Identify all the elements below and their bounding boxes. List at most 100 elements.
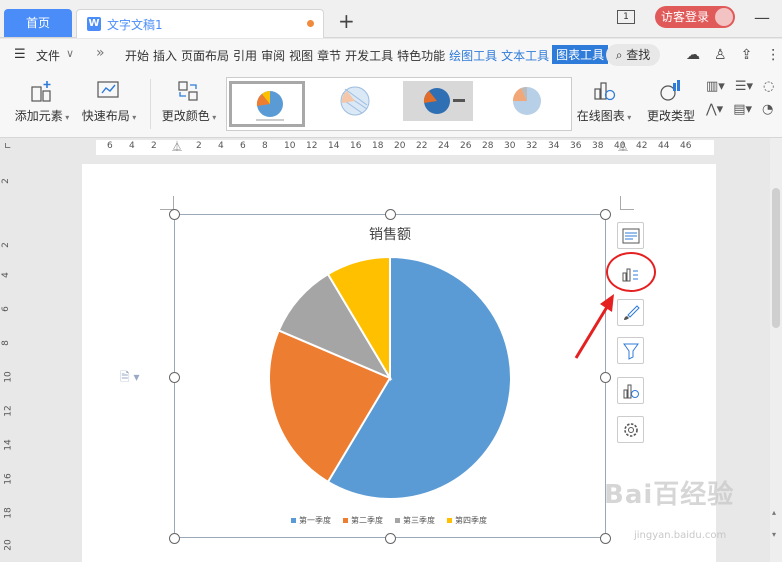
file-dropdown-icon[interactable]: ∨	[66, 47, 74, 60]
hamburger-icon[interactable]: ☰	[14, 47, 26, 62]
top-right-icons: ☁ ♙ ⇪ ⋮	[686, 47, 780, 63]
scroll-up-arrow-icon[interactable]: ▴	[772, 508, 776, 517]
chart-style-thumbnail-2[interactable]	[317, 81, 393, 127]
pie-chart-icon[interactable]: ◔	[762, 102, 773, 117]
resize-handle[interactable]	[169, 533, 180, 544]
scrollbar-thumb[interactable]	[772, 188, 780, 328]
resize-handle[interactable]	[385, 209, 396, 220]
change-color-button[interactable]: 更改颜色 ▾	[158, 79, 220, 124]
chart-legend[interactable]: 第一季度 第二季度 第三季度 第四季度	[291, 515, 487, 526]
menu-start[interactable]: 开始	[124, 47, 150, 64]
menu-drawing-tools[interactable]: 绘图工具	[448, 47, 498, 64]
resize-handle[interactable]	[600, 372, 611, 383]
resize-handle[interactable]	[169, 372, 180, 383]
menu-page-layout[interactable]: 页面布局	[180, 47, 230, 64]
chart-style-thumbnail-4[interactable]	[489, 81, 565, 127]
add-element-icon	[31, 81, 51, 102]
avatar	[715, 8, 733, 26]
menu-review[interactable]: 审阅	[260, 47, 286, 64]
menu-chapter[interactable]: 章节	[316, 47, 342, 64]
ruler-tick-label: 6	[107, 141, 113, 151]
chart-style-gallery: ▴ ▾ ≡	[226, 77, 572, 131]
bar-chart-icon[interactable]: ☰▾	[735, 79, 753, 94]
ruler-tick-label: 30	[504, 141, 516, 151]
menu-reference[interactable]: 引用	[232, 47, 258, 64]
vertical-ruler-tick-label: 8	[0, 340, 11, 346]
chart-settings-button[interactable]	[617, 416, 644, 443]
legend-swatch	[395, 518, 400, 523]
resize-handle[interactable]	[600, 533, 611, 544]
more-menu-icon[interactable]: »	[96, 45, 105, 61]
line-chart-icon[interactable]: ⋀▾	[706, 102, 723, 117]
legend-label: 第四季度	[455, 516, 487, 525]
indent-marker-icon[interactable]: ⏅	[172, 138, 182, 153]
add-element-button[interactable]: 添加元素 ▾	[12, 79, 72, 124]
legend-item: 第三季度	[395, 515, 435, 526]
quick-layout-button[interactable]: 快速布局 ▾	[80, 79, 138, 124]
ruler-corner-icon[interactable]: ∟	[4, 142, 12, 152]
baidu-watermark: Bai百经验	[604, 480, 735, 510]
document-tab[interactable]: W 文字文稿1	[76, 9, 324, 38]
ruler-tick-label: 2	[196, 141, 202, 151]
rotate-chart-icon[interactable]: ◌	[763, 79, 774, 94]
change-type-button[interactable]: 更改类型	[644, 79, 698, 124]
export-icon[interactable]: ⇪	[741, 47, 753, 63]
chart-style-button[interactable]	[617, 299, 644, 326]
chart-elements-icon	[622, 228, 640, 244]
menu-special[interactable]: 特色功能	[396, 47, 446, 64]
cloud-icon[interactable]: ☁	[686, 47, 700, 63]
ruler-tick-label: 4	[129, 141, 135, 151]
minimize-icon[interactable]: —	[754, 8, 770, 27]
more-icon[interactable]: ⋮	[766, 47, 780, 63]
legend-label: 第一季度	[299, 516, 331, 525]
menu-file[interactable]: 文件	[36, 47, 60, 64]
toolbar-separator	[150, 79, 151, 129]
change-color-label: 更改颜色	[161, 109, 210, 123]
online-chart-button[interactable]: 在线图表 ▾	[576, 79, 632, 124]
chart-settings-icon	[624, 423, 638, 437]
ruler-tick-label: 42	[636, 141, 648, 151]
search-button[interactable]: ⌕ 查找	[606, 44, 660, 66]
pie-thumbnail-icon	[256, 91, 284, 121]
resize-handle[interactable]	[385, 533, 396, 544]
resize-handle[interactable]	[169, 209, 180, 220]
pie-striped-thumbnail-icon	[340, 86, 370, 116]
chart-filter-button[interactable]	[617, 337, 644, 364]
stacked-chart-icon[interactable]: ▤▾	[733, 102, 752, 117]
menu-text-tools[interactable]: 文本工具	[500, 47, 550, 64]
menu-view[interactable]: 视图	[288, 47, 314, 64]
online-chart-side-button[interactable]	[617, 377, 644, 404]
chart-style-brush-icon	[624, 305, 640, 320]
column-chart-icon[interactable]: ▥▾	[706, 79, 725, 94]
chart-style-thumbnail-3[interactable]	[403, 81, 479, 127]
new-tab-button[interactable]: +	[338, 9, 355, 33]
resize-handle[interactable]	[600, 209, 611, 220]
menu-chart-tools[interactable]: 图表工具	[552, 45, 609, 64]
right-indent-marker-icon[interactable]: ⏅	[618, 138, 628, 153]
change-color-icon	[178, 81, 198, 101]
search-icon: ⌕	[615, 48, 623, 62]
chart-object[interactable]: 销售额 第一季度 第二季度 第三季度 第四季度	[174, 214, 606, 538]
menu-insert[interactable]: 插入	[152, 47, 178, 64]
scroll-down-arrow-icon[interactable]: ▾	[772, 530, 776, 539]
vertical-scrollbar[interactable]: ▴ ▾	[770, 138, 782, 562]
margin-corner-mark	[620, 196, 634, 210]
home-tab[interactable]: 首页	[4, 9, 72, 37]
highlight-circle	[606, 252, 656, 292]
legend-item: 第四季度	[447, 515, 487, 526]
online-chart-icon	[623, 384, 639, 399]
share-user-icon[interactable]: ♙	[714, 47, 727, 63]
vertical-ruler-tick-label: 4	[0, 272, 11, 278]
vertical-ruler: 2 2 4 6 8 10 12 14 16 18 20	[0, 158, 16, 562]
chart-style-thumbnail-1[interactable]	[229, 81, 305, 127]
pie-dark-thumbnail-icon	[403, 81, 473, 121]
menu-developer[interactable]: 开发工具	[344, 47, 394, 64]
pie-chart[interactable]	[175, 215, 607, 539]
window-count-icon[interactable]: 1	[617, 10, 635, 24]
document-layout-icon[interactable]: 🗎 ▾	[120, 368, 140, 389]
vertical-ruler-tick-label: 10	[3, 371, 14, 383]
chart-elements-button[interactable]	[617, 222, 644, 249]
baidu-watermark-url: jingyan.baidu.com	[634, 530, 727, 541]
ruler-tick-label: 26	[460, 141, 472, 151]
visitor-login-button[interactable]: 访客登录	[655, 6, 735, 28]
